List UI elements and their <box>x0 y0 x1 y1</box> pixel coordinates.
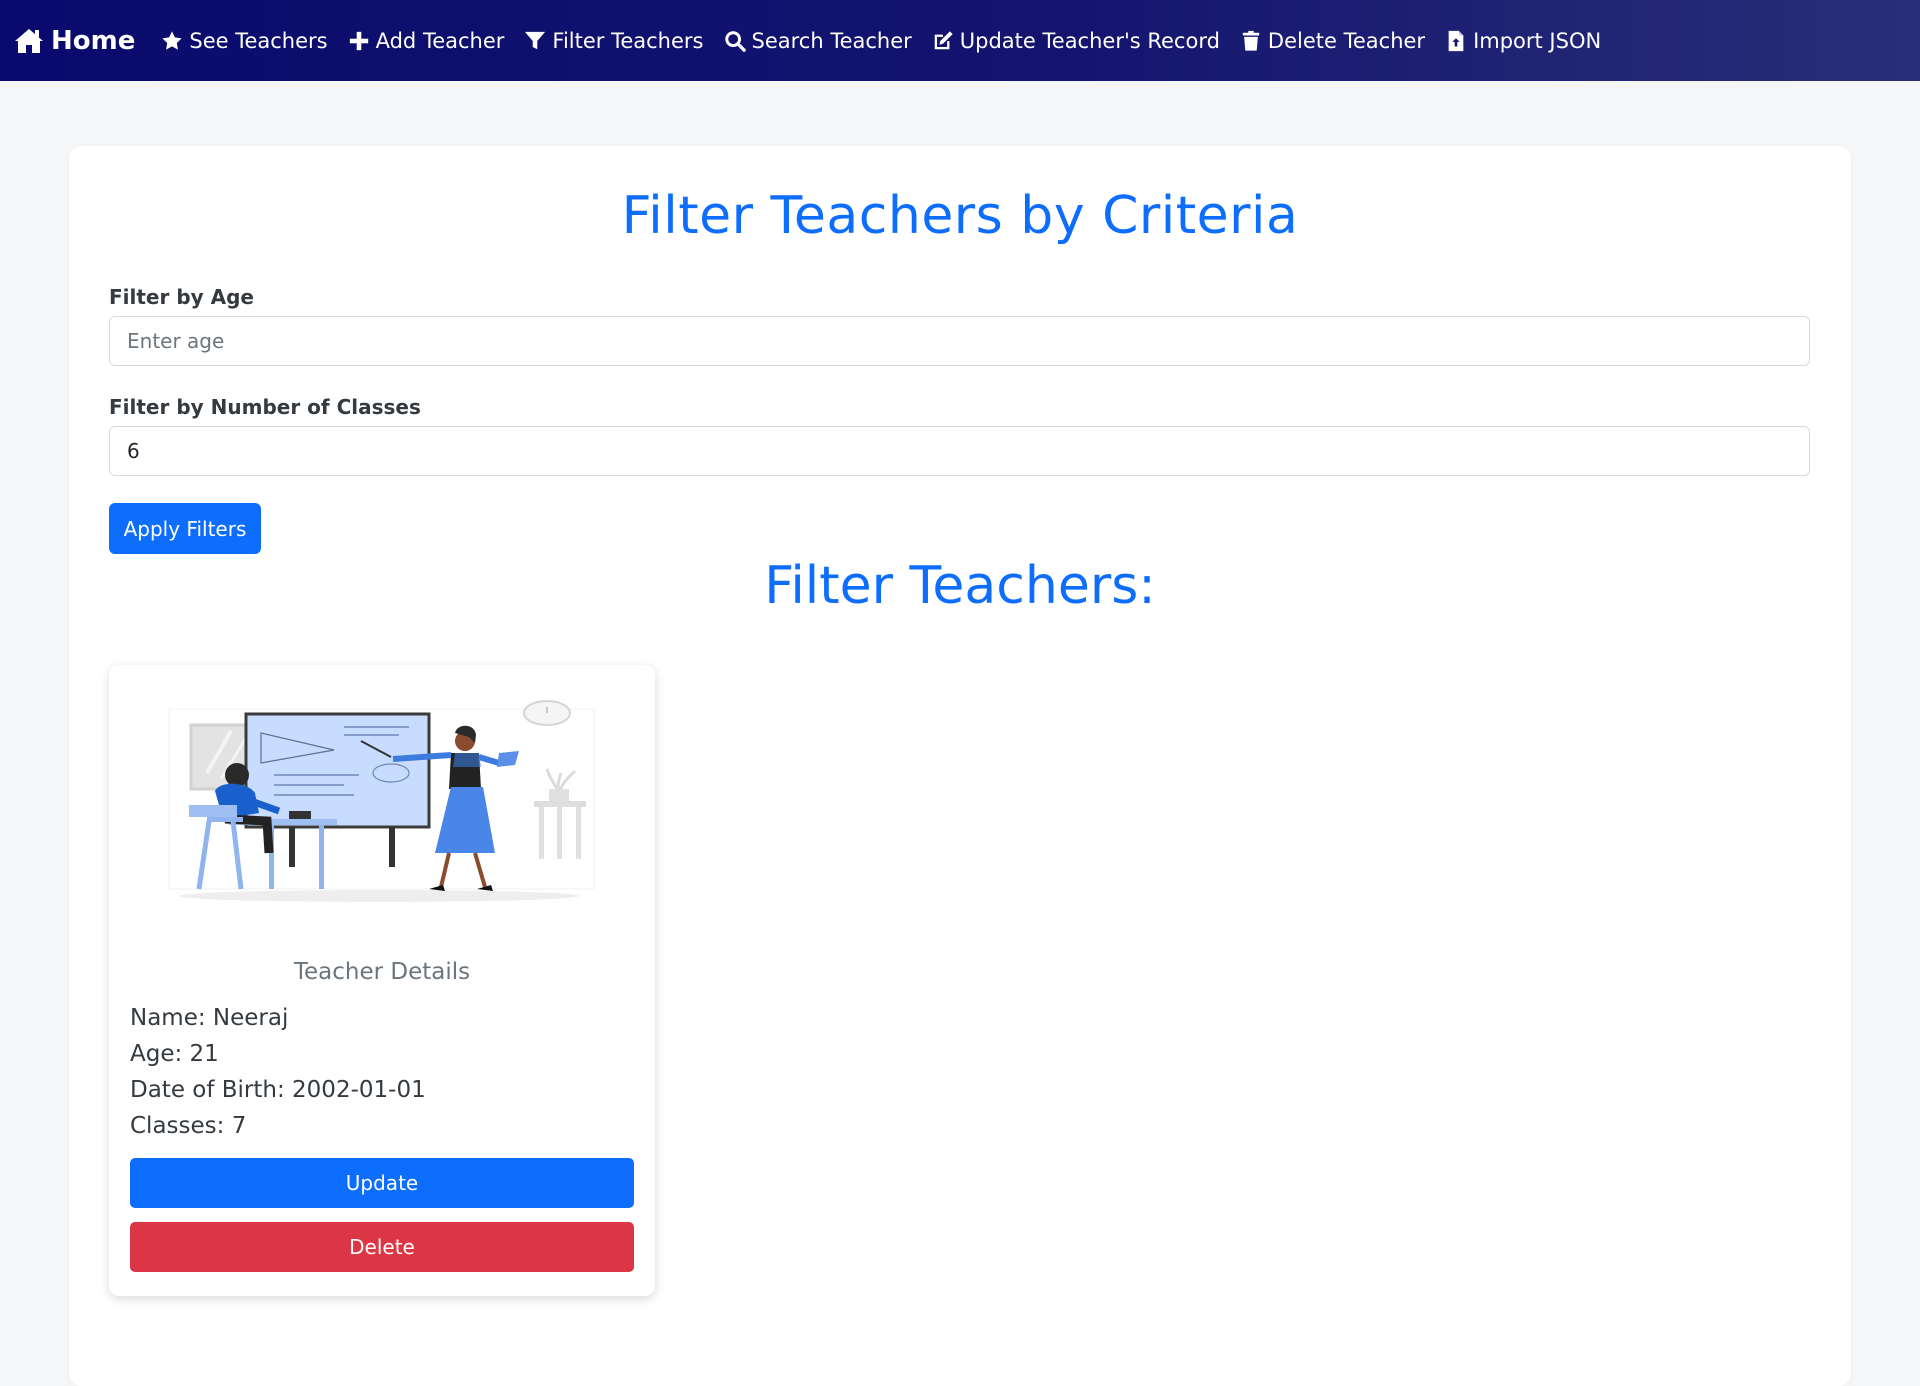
nav-search-teacher-label: Search Teacher <box>751 28 912 53</box>
teacher-dob: Date of Birth: 2002-01-01 <box>130 1077 426 1103</box>
teacher-name: Name: Neeraj <box>130 1005 289 1031</box>
nav-see-teachers-label: See Teachers <box>189 28 328 53</box>
filter-panel: Filter Teachers by Criteria Filter by Ag… <box>69 146 1851 1386</box>
plus-icon <box>348 30 370 52</box>
classes-filter-input[interactable] <box>109 426 1810 476</box>
teacher-age: Age: 21 <box>130 1041 219 1067</box>
teacher-card: Teacher Details Name: Neeraj Age: 21 Dat… <box>109 665 655 1296</box>
nav-see-teachers[interactable]: See Teachers <box>161 28 328 53</box>
nav-search-teacher[interactable]: Search Teacher <box>724 29 912 53</box>
filter-icon <box>524 30 546 52</box>
delete-teacher-button[interactable]: Delete <box>130 1222 634 1272</box>
star-icon <box>161 30 183 52</box>
trash-icon <box>1240 30 1262 52</box>
age-filter-input[interactable] <box>109 316 1810 366</box>
nav-import-json[interactable]: Import JSON <box>1445 29 1601 53</box>
classes-filter-label: Filter by Number of Classes <box>109 395 421 419</box>
edit-icon <box>932 30 954 52</box>
nav-import-json-label: Import JSON <box>1473 28 1602 53</box>
nav-update-record[interactable]: Update Teacher's Record <box>932 29 1220 53</box>
home-icon <box>14 27 44 55</box>
nav-home-label: Home <box>51 25 136 56</box>
update-teacher-button[interactable]: Update <box>130 1158 634 1208</box>
page-title: Filter Teachers by Criteria <box>621 186 1299 246</box>
nav-delete-teacher[interactable]: Delete Teacher <box>1240 29 1425 53</box>
age-filter-label: Filter by Age <box>109 285 254 309</box>
teacher-card-heading: Teacher Details <box>293 959 471 985</box>
nav-home-link[interactable]: Home <box>14 26 135 56</box>
nav-add-teacher-label: Add Teacher <box>375 28 505 53</box>
nav-update-record-label: Update Teacher's Record <box>959 28 1220 53</box>
apply-filters-button[interactable]: Apply Filters <box>109 503 261 554</box>
classroom-illustration <box>129 693 635 915</box>
file-import-icon <box>1445 30 1467 52</box>
top-navbar: Home See Teachers Add Teacher Filter Tea… <box>0 0 1920 81</box>
nav-add-teacher[interactable]: Add Teacher <box>348 28 505 53</box>
search-icon <box>724 30 746 52</box>
teacher-classes: Classes: 7 <box>130 1113 247 1139</box>
nav-filter-teachers[interactable]: Filter Teachers <box>524 28 704 53</box>
nav-filter-teachers-label: Filter Teachers <box>552 28 704 53</box>
results-title: Filter Teachers: <box>764 556 1156 616</box>
nav-delete-teacher-label: Delete Teacher <box>1267 28 1426 53</box>
